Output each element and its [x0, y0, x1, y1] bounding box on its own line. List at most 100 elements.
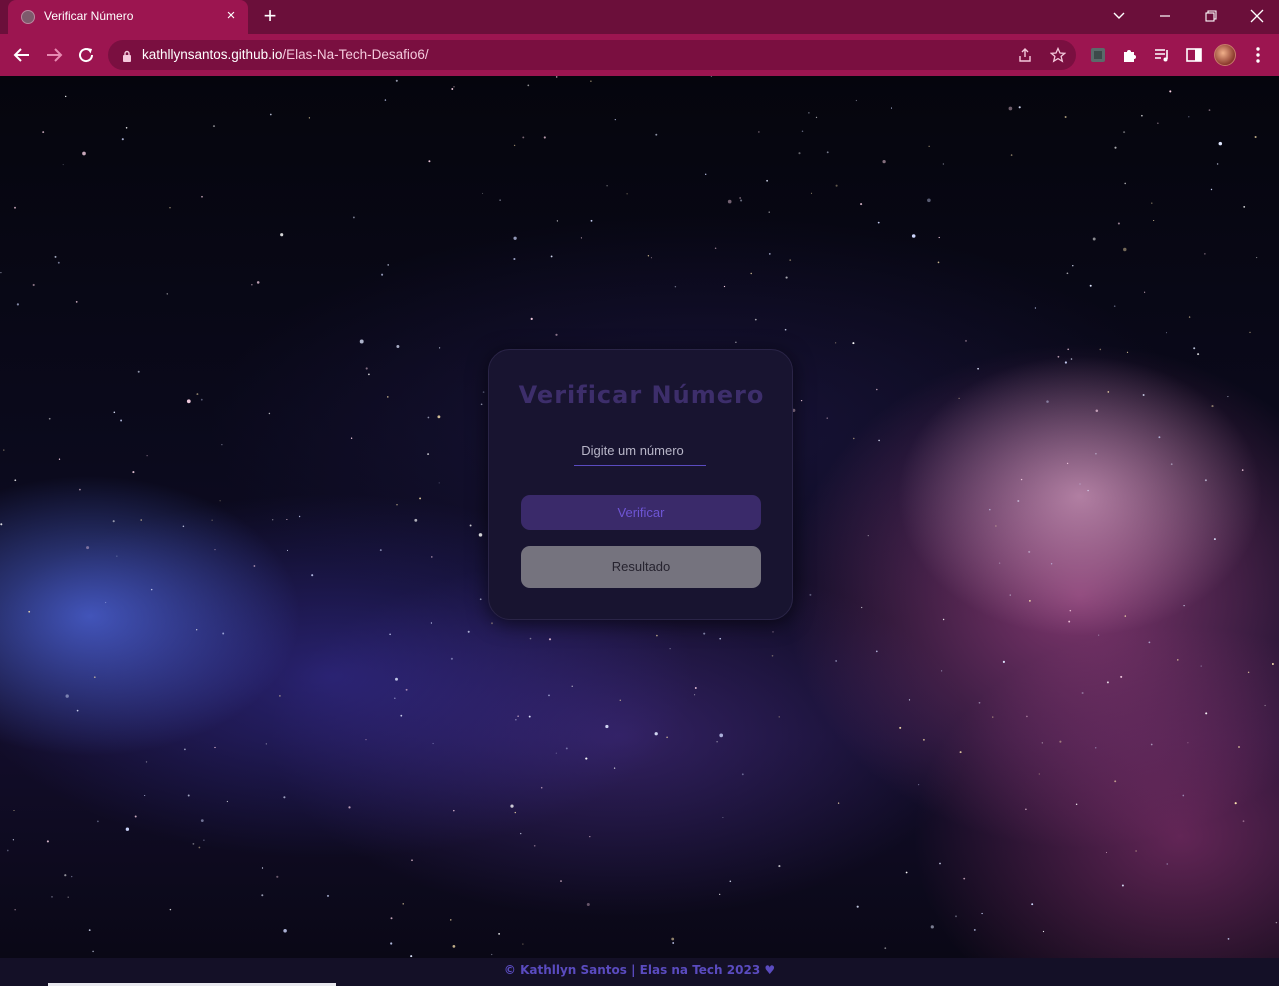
star: [1099, 348, 1102, 351]
star: [28, 610, 31, 613]
star: [922, 738, 925, 741]
star: [876, 388, 878, 391]
star: [877, 221, 880, 224]
back-arrow-icon[interactable]: [10, 43, 34, 67]
star: [125, 127, 128, 129]
star: [981, 912, 983, 915]
star: [1092, 237, 1096, 241]
star: [414, 518, 418, 522]
star: [97, 820, 99, 823]
star: [1210, 188, 1213, 191]
star: [556, 220, 559, 222]
star: [166, 293, 168, 295]
share-icon[interactable]: [1016, 46, 1034, 64]
star: [269, 113, 272, 116]
new-tab-button[interactable]: +: [258, 5, 282, 29]
star: [513, 257, 516, 261]
star: [134, 815, 137, 818]
star: [390, 942, 393, 945]
star: [326, 894, 330, 897]
star: [365, 738, 367, 741]
profile-avatar[interactable]: [1214, 44, 1236, 66]
star: [76, 709, 79, 712]
star: [1135, 850, 1137, 852]
star: [1081, 691, 1084, 695]
star: [754, 318, 757, 321]
star: [789, 259, 792, 261]
star: [1256, 257, 1258, 259]
star: [121, 138, 124, 141]
url-host: kathllynsantos.github.io: [142, 47, 283, 62]
star: [1095, 452, 1097, 455]
star: [1234, 802, 1237, 805]
star: [256, 281, 260, 284]
star: [560, 880, 562, 883]
star: [1165, 332, 1168, 334]
star: [722, 816, 724, 819]
star: [669, 648, 671, 650]
star: [1271, 663, 1274, 665]
browser-tab[interactable]: Verificar Número ×: [8, 0, 248, 34]
star: [1227, 938, 1230, 940]
extension-app-icon[interactable]: [1087, 44, 1109, 66]
star: [1114, 780, 1117, 783]
address-bar[interactable]: kathllynsantos.github.io/Elas-Na-Tech-De…: [108, 40, 1076, 70]
star: [387, 396, 389, 398]
restore-icon[interactable]: [1197, 2, 1225, 30]
star: [942, 618, 945, 621]
star: [251, 284, 253, 286]
star: [977, 367, 979, 370]
star: [656, 634, 658, 637]
star: [1170, 463, 1173, 466]
star: [1069, 609, 1072, 612]
star: [279, 695, 281, 697]
tab-search-chevron-icon[interactable]: [1105, 2, 1133, 30]
star: [395, 79, 398, 82]
star: [727, 199, 732, 204]
star: [48, 417, 51, 420]
star: [253, 565, 256, 567]
star: [1018, 106, 1021, 109]
star: [514, 811, 516, 814]
media-queue-icon[interactable]: [1151, 44, 1173, 66]
reload-icon[interactable]: [74, 43, 98, 67]
star: [1153, 219, 1155, 222]
star: [1070, 358, 1073, 360]
close-window-icon[interactable]: [1243, 2, 1271, 30]
star: [647, 255, 650, 257]
minimize-icon[interactable]: [1151, 2, 1179, 30]
extensions-puzzle-icon[interactable]: [1119, 44, 1141, 66]
footer-credit: © Kathllyn Santos | Elas na Tech 2023 ♥: [503, 963, 776, 977]
forward-arrow-icon[interactable]: [42, 43, 66, 67]
bookmark-star-icon[interactable]: [1049, 46, 1067, 64]
star: [1020, 478, 1023, 481]
star: [1057, 355, 1060, 358]
star: [350, 437, 353, 439]
star: [1038, 773, 1040, 775]
star: [548, 694, 550, 697]
star: [1066, 272, 1069, 275]
star: [283, 796, 286, 799]
star: [1050, 563, 1053, 565]
star: [64, 874, 67, 877]
star: [1089, 284, 1092, 287]
star: [778, 865, 781, 868]
star: [438, 347, 441, 349]
star: [918, 784, 920, 786]
star: [826, 151, 829, 154]
star: [758, 131, 760, 133]
star: [0, 523, 3, 526]
close-tab-icon[interactable]: ×: [222, 7, 240, 25]
menu-kebab-icon[interactable]: [1247, 44, 1269, 66]
side-panel-icon[interactable]: [1183, 44, 1205, 66]
number-input[interactable]: [574, 436, 706, 466]
verify-button[interactable]: Verificar: [521, 495, 761, 530]
star: [482, 391, 485, 393]
star: [490, 622, 494, 625]
star: [520, 832, 522, 835]
star: [286, 518, 288, 521]
star: [395, 677, 398, 681]
star: [1188, 116, 1190, 118]
star: [571, 685, 573, 687]
star: [826, 417, 828, 419]
